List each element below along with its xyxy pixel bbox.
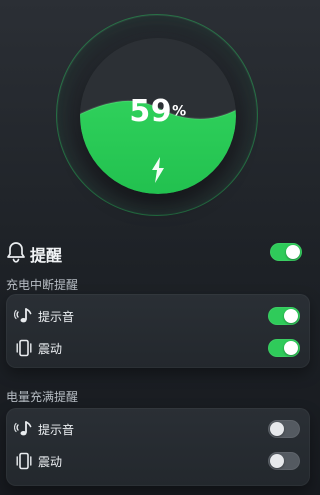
list-item-label: 震动 bbox=[38, 342, 63, 356]
full-charge-sound-toggle[interactable] bbox=[268, 420, 300, 438]
sound-icon bbox=[14, 308, 32, 323]
toggle-knob bbox=[284, 309, 298, 323]
reminder-title: 提醒 bbox=[30, 246, 63, 265]
list-item-label: 震动 bbox=[38, 455, 63, 469]
list-item-label: 提示音 bbox=[38, 310, 75, 324]
list-item-label: 提示音 bbox=[38, 423, 75, 437]
charging-interrupt-card: 提示音 震动 bbox=[6, 294, 310, 368]
list-item-charging-interrupt-vibrate[interactable]: 震动 bbox=[6, 335, 310, 361]
battery-percentage: 59% bbox=[0, 94, 316, 129]
bell-icon bbox=[7, 242, 25, 263]
list-item-full-charge-sound[interactable]: 提示音 bbox=[6, 416, 310, 442]
toggle-knob bbox=[286, 245, 300, 259]
full-charge-card: 提示音 震动 bbox=[6, 408, 310, 486]
vibrate-icon bbox=[16, 452, 32, 470]
vibrate-icon bbox=[16, 339, 32, 357]
reminder-toggle[interactable] bbox=[270, 243, 302, 261]
list-item-full-charge-vibrate[interactable]: 震动 bbox=[6, 448, 310, 474]
toggle-knob bbox=[270, 454, 284, 468]
charging-interrupt-vibrate-toggle[interactable] bbox=[268, 339, 300, 357]
battery-dial: 59% bbox=[0, 0, 316, 230]
toggle-knob bbox=[284, 341, 298, 355]
list-item-charging-interrupt-sound[interactable]: 提示音 bbox=[6, 303, 310, 329]
full-charge-vibrate-toggle[interactable] bbox=[268, 452, 300, 470]
charging-interrupt-sound-toggle[interactable] bbox=[268, 307, 300, 325]
sound-icon bbox=[14, 421, 32, 436]
battery-percent-unit: % bbox=[172, 103, 187, 120]
charging-bolt-icon bbox=[152, 157, 164, 183]
battery-percent-value: 59 bbox=[129, 94, 173, 129]
section-title-charging-interrupt: 充电中断提醒 bbox=[6, 278, 79, 292]
section-title-full-charge: 电量充满提醒 bbox=[6, 390, 79, 404]
toggle-knob bbox=[270, 422, 284, 436]
reminder-row: 提醒 bbox=[0, 238, 316, 268]
